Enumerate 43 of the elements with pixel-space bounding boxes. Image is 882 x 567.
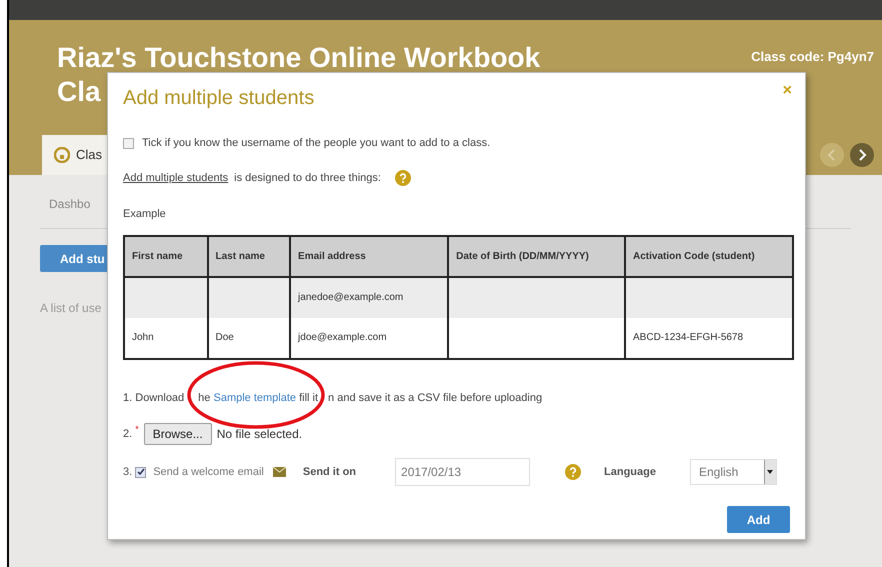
class-code: Class code: Pg4yn7 — [751, 48, 874, 66]
previous-icon[interactable] — [820, 143, 844, 167]
column-header: First name — [132, 250, 183, 264]
language-select[interactable]: English — [690, 459, 777, 485]
help-icon[interactable] — [394, 170, 411, 186]
next-icon[interactable] — [850, 143, 874, 167]
caret-icon — [767, 470, 774, 474]
column-header: Date of Birth (DD/MM/YYYY) — [456, 250, 589, 264]
column-header: Activation Code (student) — [633, 250, 755, 264]
intro-text: is designed to do three things: — [234, 170, 381, 186]
page-title: Riaz's Touchstone Online Workbook — [57, 41, 540, 75]
add-multiple-students-link[interactable]: Add multiple students — [123, 170, 228, 186]
welcome-email-label: Send a welcome email — [153, 464, 264, 480]
table-cell-text: jdoe@example.com — [298, 331, 387, 345]
column-header: Last name — [216, 250, 265, 264]
username-checkbox[interactable] — [123, 138, 134, 149]
page-title: Cla — [57, 75, 101, 109]
table-cell-text: Doe — [216, 331, 234, 345]
download-instruction: 1. Download he Sample template fill it n and save it as a CSV file before uploading — [123, 390, 544, 406]
date-field[interactable]: 2017/02/13 — [395, 458, 530, 486]
envelope-icon — [272, 467, 286, 477]
help-icon[interactable] — [565, 464, 582, 480]
table-cell-text: janedoe@example.com — [298, 291, 404, 305]
file-status: No file selected. — [216, 426, 302, 443]
add-button[interactable]: Add — [727, 506, 790, 533]
modal-title: Add multiple students — [123, 86, 314, 111]
table-cell-text: John — [132, 331, 154, 345]
send-on-label: Send it on — [302, 464, 356, 480]
welcome-email-checkbox[interactable] — [135, 466, 146, 478]
required-asterisk: * — [135, 423, 139, 436]
language-label: Language — [604, 464, 656, 480]
step-number: 2. — [123, 426, 132, 442]
step-number: 3. — [123, 464, 132, 480]
username-option-label: Tick if you know the username of the people you want to add to a class. — [142, 136, 490, 151]
example-label: Example — [123, 207, 167, 222]
list-description: A list of use — [40, 301, 102, 315]
home-icon — [54, 147, 70, 163]
dashboard-link[interactable]: Dashbo — [49, 197, 90, 211]
sample-template-link[interactable]: Sample template — [213, 392, 296, 404]
column-header: Email address — [298, 250, 366, 264]
close-button[interactable]: × — [782, 83, 792, 99]
table-cell-text: ABCD-1234-EFGH-5678 — [633, 331, 744, 345]
browse-button[interactable]: Browse... — [144, 423, 212, 445]
